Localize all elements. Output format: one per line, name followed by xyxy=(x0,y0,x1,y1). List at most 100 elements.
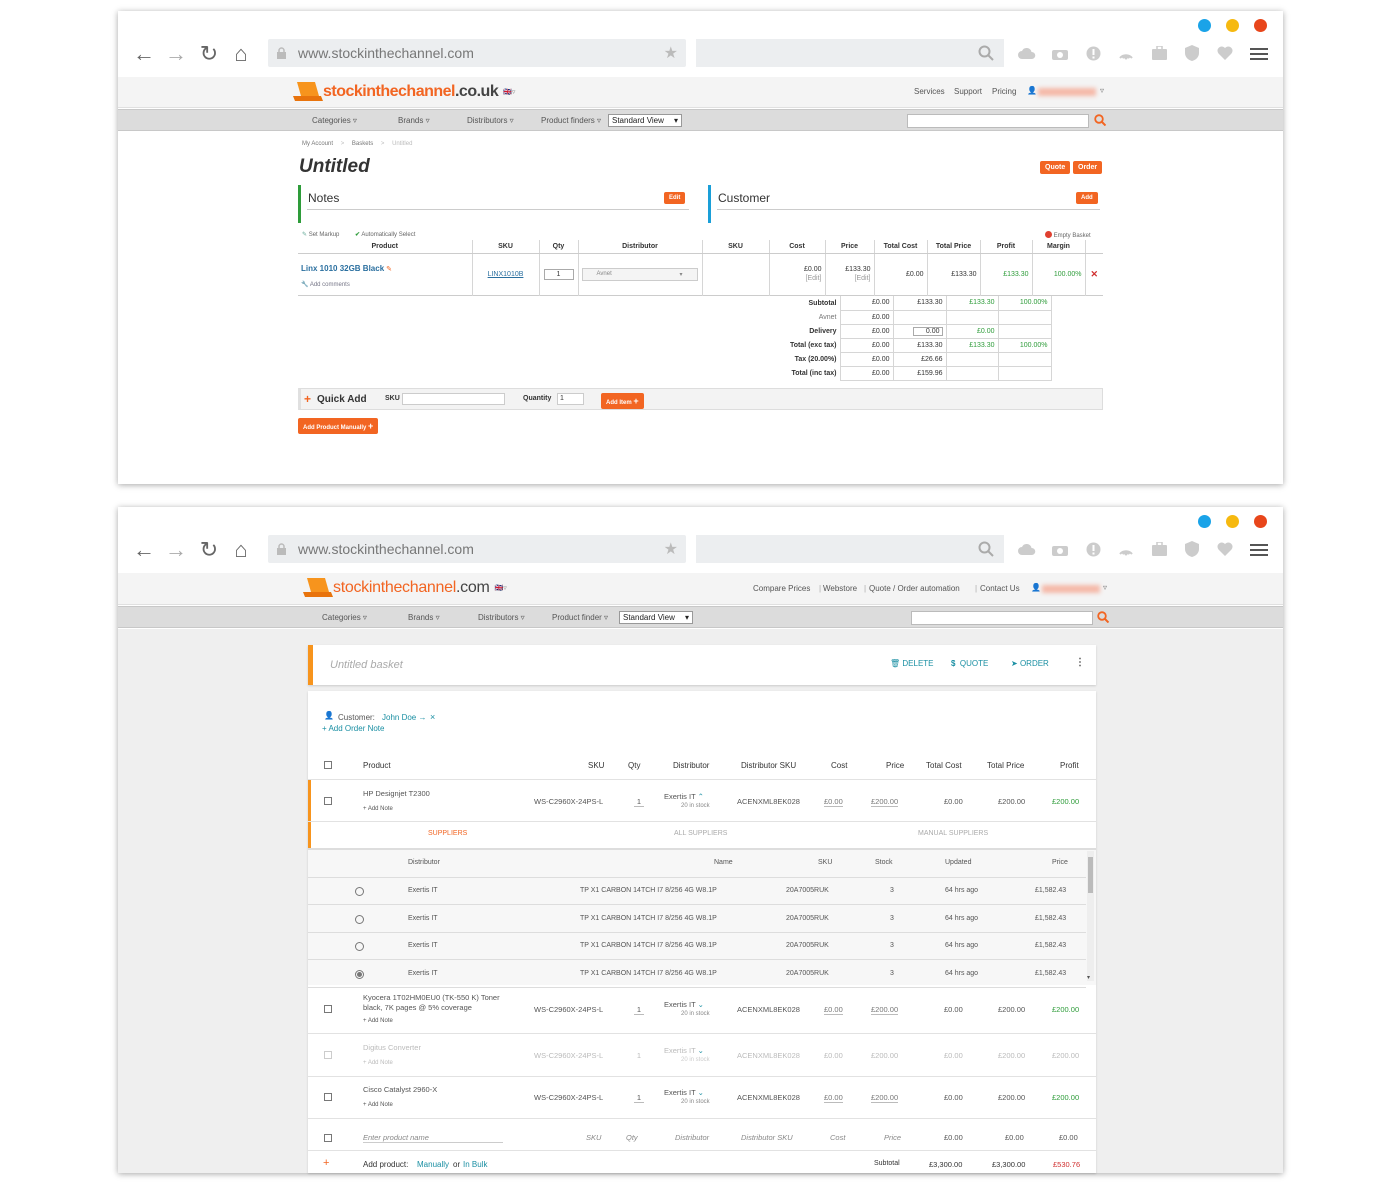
row-checkbox[interactable] xyxy=(324,1051,332,1059)
broadcast-icon[interactable] xyxy=(1117,45,1135,61)
quick-add-qty-input[interactable]: 1 xyxy=(557,393,584,405)
add-manually-link[interactable]: Manually xyxy=(417,1160,449,1169)
new-qty-input[interactable]: Qty xyxy=(626,1133,638,1142)
heart-icon[interactable] xyxy=(1216,45,1234,61)
remove-x-icon[interactable]: ✕ xyxy=(1090,269,1098,279)
tab-manual-suppliers[interactable]: MANUAL SUPPLIERS xyxy=(918,830,988,837)
set-markup-link[interactable]: ✎ Set Markup xyxy=(302,231,339,238)
new-dist-input[interactable]: Distributor xyxy=(675,1133,709,1142)
order-button[interactable]: Order xyxy=(1073,161,1103,174)
sku-link[interactable]: LINX1010B xyxy=(488,271,524,278)
price-input[interactable]: £200.00 xyxy=(871,1005,899,1015)
quote-button[interactable]: Quote xyxy=(1040,161,1071,174)
new-price-input[interactable]: Price xyxy=(884,1133,901,1142)
menu-icon[interactable] xyxy=(1250,45,1268,63)
price-input[interactable]: £200.00 xyxy=(871,797,899,807)
add-in-bulk-link[interactable]: In Bulk xyxy=(463,1160,487,1169)
nav-categories[interactable]: Categories ▿ xyxy=(322,613,367,622)
customer-name-link[interactable]: John Doe → xyxy=(382,713,426,722)
customer-add-button[interactable]: Add xyxy=(1076,192,1098,204)
toplink-contact[interactable]: Contact Us xyxy=(980,584,1020,593)
add-order-note-link[interactable]: + Add Order Note xyxy=(322,724,384,733)
alert-icon[interactable] xyxy=(1084,45,1102,61)
camera-icon[interactable] xyxy=(1051,541,1069,557)
shield-icon[interactable] xyxy=(1183,541,1201,557)
qty-input[interactable]: 1 xyxy=(634,1005,644,1015)
view-select[interactable]: Standard View ▾ xyxy=(608,114,682,127)
cost-edit-link[interactable]: [Edit] xyxy=(806,275,822,282)
toplink-support[interactable]: Support xyxy=(954,87,982,96)
summary-price[interactable]: 0.00 xyxy=(893,324,947,339)
broadcast-icon[interactable] xyxy=(1117,541,1135,557)
cost-input[interactable]: £0.00 xyxy=(824,1051,843,1060)
tab-all-suppliers[interactable]: ALL SUPPLIERS xyxy=(674,830,727,837)
view-select[interactable]: Standard View ▾ xyxy=(619,611,693,624)
cloud-icon[interactable] xyxy=(1018,45,1036,61)
chevron-down-icon[interactable]: ▿ xyxy=(1103,583,1107,592)
table-row[interactable] xyxy=(308,1076,1096,1118)
reload-icon[interactable]: ↻ xyxy=(198,43,220,65)
row-checkbox[interactable] xyxy=(324,1005,332,1013)
supplier-radio[interactable] xyxy=(355,887,364,896)
product-name[interactable]: Kyocera 1T02HM0EU0 (TK-550 K) Toner blac… xyxy=(363,993,513,1013)
forward-arrow-icon[interactable]: → xyxy=(165,539,187,561)
alert-icon[interactable] xyxy=(1084,541,1102,557)
supplier-radio[interactable] xyxy=(355,914,364,924)
quick-add-sku-input[interactable] xyxy=(402,393,505,405)
home-icon[interactable]: ⌂ xyxy=(230,43,252,65)
delete-button[interactable]: 🗑 DELETE xyxy=(890,659,934,668)
user-icon[interactable]: 👤 xyxy=(1031,583,1041,592)
toplink-services[interactable]: Services xyxy=(914,87,945,96)
toplink-quote-order[interactable]: Quote / Order automation xyxy=(869,584,960,593)
qty-input[interactable]: 1 xyxy=(634,797,644,807)
site-search-input[interactable] xyxy=(907,114,1089,128)
new-product-input[interactable]: Enter product name xyxy=(363,1133,503,1143)
row-checkbox[interactable] xyxy=(324,1093,332,1101)
close-dot[interactable] xyxy=(1254,19,1267,32)
supplier-scrollbar[interactable]: ▾ xyxy=(1087,851,1094,981)
browser-search-bar[interactable] xyxy=(696,39,1004,67)
table-row[interactable] xyxy=(308,1034,1096,1076)
site-logo[interactable]: stockinthechannel .co.uk 🇬🇧▿ xyxy=(291,80,515,104)
price-input[interactable]: £200.00 xyxy=(871,1093,899,1103)
new-sku-input[interactable]: SKU xyxy=(586,1133,601,1142)
auto-select-link[interactable]: ✔ Automatically Select xyxy=(355,231,415,238)
user-icon[interactable]: 👤 xyxy=(1027,86,1037,95)
camera-icon[interactable] xyxy=(1051,45,1069,61)
back-arrow-icon[interactable]: ← xyxy=(133,43,155,65)
flag-icon[interactable]: 🇬🇧▿ xyxy=(503,88,515,96)
remove-customer-icon[interactable]: × xyxy=(430,712,435,722)
distributor-select[interactable]: Avnet ▾ xyxy=(581,267,698,281)
new-row-checkbox[interactable] xyxy=(324,1134,332,1142)
add-note-link[interactable]: + Add Note xyxy=(363,1018,393,1024)
bookmark-star-icon[interactable]: ★ xyxy=(664,539,678,559)
more-vertical-icon[interactable]: ⋮ xyxy=(1075,657,1085,668)
cost-input[interactable]: £0.00 xyxy=(824,797,843,807)
order-button[interactable]: ➤ ORDER xyxy=(1011,659,1049,668)
browser-search-bar[interactable] xyxy=(696,535,1004,563)
distributor-select[interactable]: Exertis IT ⌃ xyxy=(664,792,704,801)
maximize-dot[interactable] xyxy=(1226,19,1239,32)
close-dot[interactable] xyxy=(1254,515,1267,528)
supplier-radio[interactable] xyxy=(355,942,364,951)
add-comments-link[interactable]: 🔧 Add comments xyxy=(301,281,350,288)
menu-icon[interactable] xyxy=(1250,541,1268,559)
nav-product-finder[interactable]: Product finder ▿ xyxy=(552,613,608,622)
nav-distributors[interactable]: Distributors ▿ xyxy=(467,116,514,125)
minimize-dot[interactable] xyxy=(1198,19,1211,32)
nav-categories[interactable]: Categories ▿ xyxy=(312,116,357,125)
breadcrumb-my-account[interactable]: My Account xyxy=(302,141,333,147)
toplink-compare-prices[interactable]: Compare Prices xyxy=(753,584,810,593)
add-note-link[interactable]: + Add Note xyxy=(363,1102,393,1108)
briefcase-icon[interactable] xyxy=(1150,541,1168,557)
basket-title[interactable]: Untitled basket xyxy=(330,659,403,671)
toplink-webstore[interactable]: Webstore xyxy=(823,584,857,593)
forward-arrow-icon[interactable]: → xyxy=(165,43,187,65)
address-bar[interactable]: www.stockinthechannel.com ★ xyxy=(268,535,686,563)
address-bar[interactable]: www.stockinthechannel.com ★ xyxy=(268,39,686,67)
bookmark-star-icon[interactable]: ★ xyxy=(664,43,678,63)
product-name-link[interactable]: Linx 1010 32GB Black xyxy=(301,264,384,273)
heart-icon[interactable] xyxy=(1216,541,1234,557)
nav-brands[interactable]: Brands ▿ xyxy=(398,116,430,125)
delivery-input[interactable]: 0.00 xyxy=(912,326,943,336)
